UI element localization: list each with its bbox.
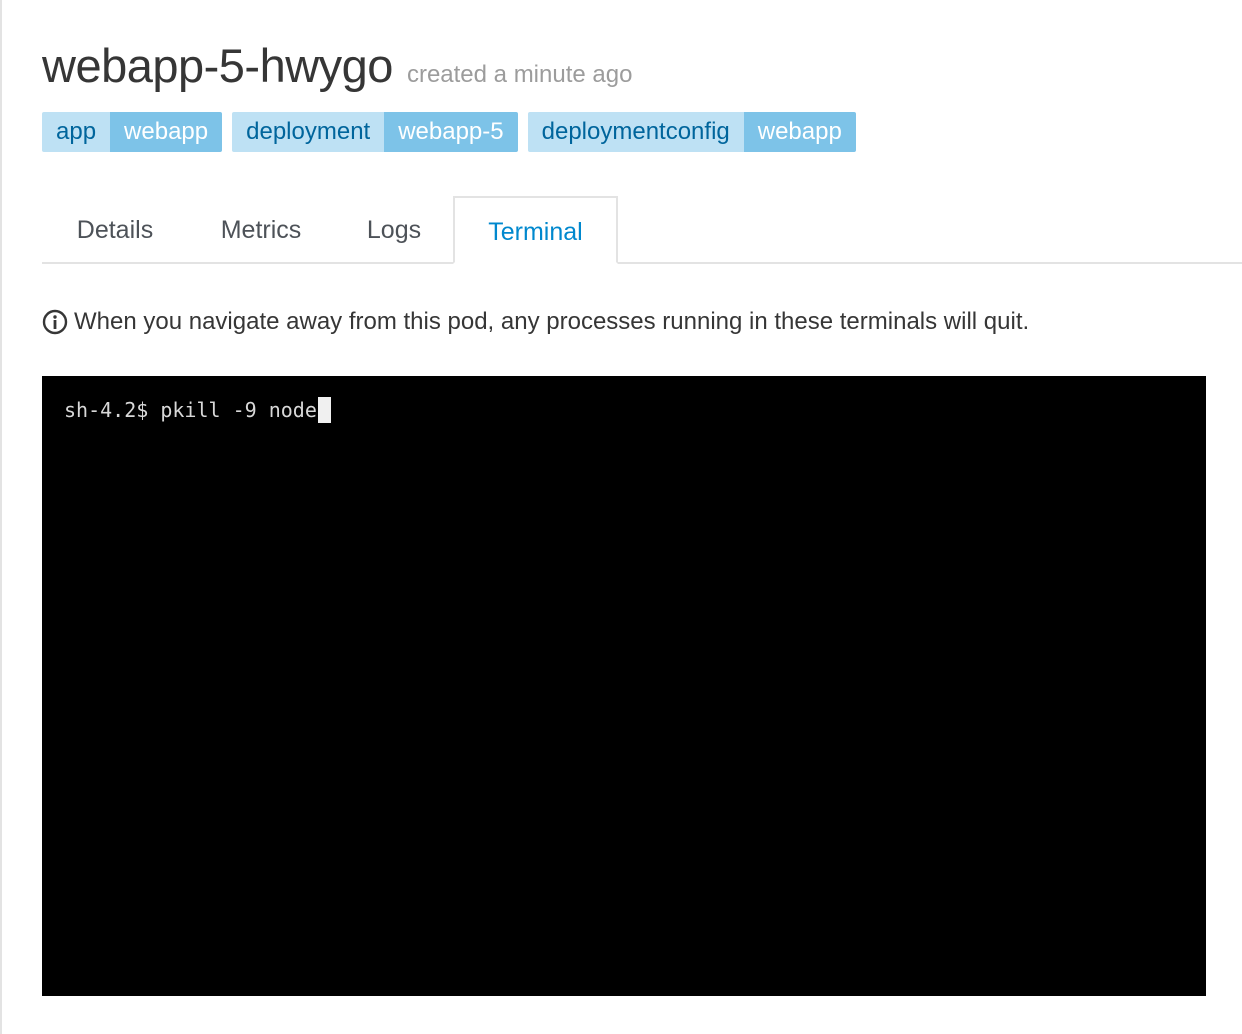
tab-terminal[interactable]: Terminal bbox=[453, 196, 618, 264]
tab-metrics[interactable]: Metrics bbox=[202, 196, 320, 264]
tab-bar: Details Metrics Logs Terminal bbox=[42, 196, 1242, 264]
terminal-line: sh-4.2$ pkill -9 node bbox=[64, 396, 331, 424]
label-value[interactable]: webapp bbox=[110, 112, 223, 152]
label-key[interactable]: deployment bbox=[232, 112, 385, 152]
terminal-notice: When you navigate away from this pod, an… bbox=[42, 308, 1029, 336]
terminal-window[interactable]: sh-4.2$ pkill -9 node bbox=[42, 376, 1206, 996]
label-deploymentconfig[interactable]: deploymentconfig webapp bbox=[527, 112, 856, 152]
page-left-border bbox=[0, 0, 2, 1034]
terminal-command: pkill -9 node bbox=[160, 398, 317, 422]
label-value[interactable]: webapp-5 bbox=[384, 112, 518, 152]
info-circle-icon bbox=[42, 309, 68, 335]
page-title: webapp-5-hwygo bbox=[42, 39, 393, 92]
notice-text: When you navigate away from this pod, an… bbox=[74, 308, 1030, 335]
terminal-prompt: sh-4.2$ bbox=[64, 398, 161, 422]
tab-details[interactable]: Details bbox=[56, 196, 174, 264]
terminal-cursor bbox=[317, 397, 331, 423]
label-list: app webapp deployment webapp-5 deploymen… bbox=[42, 112, 856, 152]
label-deployment[interactable]: deployment webapp-5 bbox=[232, 112, 518, 152]
created-timestamp: created a minute ago bbox=[406, 61, 633, 88]
tab-logs[interactable]: Logs bbox=[348, 196, 440, 264]
label-value[interactable]: webapp bbox=[743, 112, 856, 152]
label-key[interactable]: deploymentconfig bbox=[527, 112, 744, 152]
label-app[interactable]: app webapp bbox=[42, 112, 223, 152]
page-header: webapp-5-hwygo created a minute ago bbox=[42, 36, 632, 96]
label-key[interactable]: app bbox=[42, 112, 111, 152]
